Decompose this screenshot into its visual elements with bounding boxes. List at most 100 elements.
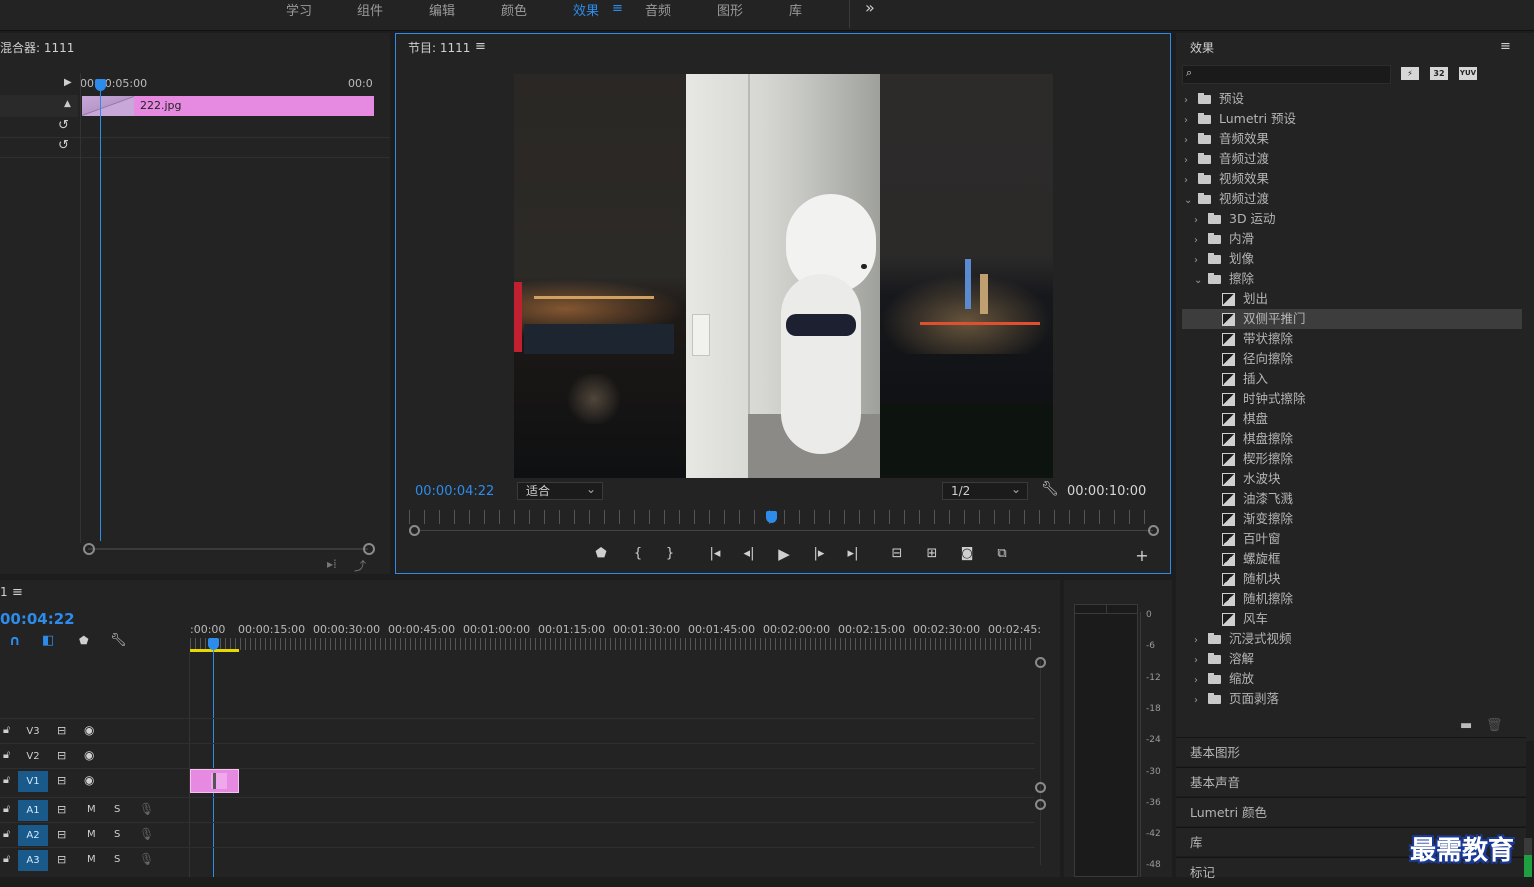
mixer-scroll-handle-right[interactable] (363, 543, 375, 555)
track-target-v1[interactable]: V1 (18, 771, 48, 792)
tab-assembly[interactable]: 组件 (357, 0, 383, 19)
chevron-down-icon[interactable]: ⌄ (1194, 271, 1208, 291)
effects-tree-item[interactable]: › 音频效果 (1182, 129, 1522, 149)
track-sync-lock-icon[interactable]: ⊟ (57, 803, 66, 816)
track-lock-icon[interactable]: 🔓︎ (3, 827, 10, 841)
extract-icon[interactable]: ⊞ (922, 546, 942, 561)
track-sync-lock-icon[interactable]: ⊟ (57, 828, 66, 841)
tab-effects[interactable]: 效果 (573, 0, 599, 19)
add-marker-icon[interactable]: ⬟ (591, 546, 611, 561)
track-target-a2[interactable]: A2 (18, 825, 48, 846)
resolution-dropdown[interactable]: 1/2 (942, 481, 1028, 500)
track-mute-button[interactable]: M (87, 829, 96, 840)
v1-clip[interactable] (190, 769, 239, 793)
chevron-right-icon[interactable]: › (1194, 211, 1208, 231)
track-target-a3[interactable]: A3 (18, 850, 48, 871)
track-target-a1[interactable]: A1 (18, 800, 48, 821)
play-icon[interactable]: ▶ (774, 545, 794, 563)
effects-tree-item[interactable]: › Lumetri 预设 (1182, 109, 1522, 129)
track-voiceover-mic-icon[interactable]: 🎙︎ (139, 852, 154, 866)
lift-icon[interactable]: ⊟ (887, 546, 907, 561)
effects-tree-item[interactable]: 双侧平推门 (1182, 309, 1522, 329)
effects-tree-item[interactable]: 百叶窗 (1182, 529, 1522, 549)
export-frame-icon[interactable]: ▸⁞ (327, 557, 337, 571)
chevron-right-icon[interactable]: › (1184, 151, 1198, 171)
timeline-timecode[interactable]: 00:04:22 (0, 610, 75, 628)
effects-tree-item[interactable]: 划出 (1182, 289, 1522, 309)
effects-tree-item[interactable]: 油漆飞溅 (1182, 489, 1522, 509)
track-solo-button[interactable]: S (114, 854, 120, 865)
scrub-out-handle[interactable] (1148, 525, 1159, 536)
timeline-settings-icon[interactable]: 🔧︎ (110, 633, 127, 648)
tab-menu-icon[interactable]: ≡ (612, 1, 623, 16)
essential-sound-section[interactable]: 基本声音 (1176, 767, 1526, 796)
effects-tree-item[interactable]: 径向擦除 (1182, 349, 1522, 369)
vscroll-handle-mid[interactable] (1035, 782, 1046, 793)
chevron-right-icon[interactable]: › (1194, 671, 1208, 691)
camera-icon[interactable]: ◙ (957, 546, 977, 561)
effects-tree-item[interactable]: › 沉浸式视频 (1182, 629, 1522, 649)
collapse-icon[interactable]: ▲ (64, 99, 71, 109)
chevron-right-icon[interactable]: › (1194, 651, 1208, 671)
track-sync-lock-icon[interactable]: ⊟ (57, 749, 66, 762)
effects-tree-item[interactable]: 随机擦除 (1182, 589, 1522, 609)
effects-search-input[interactable]: ⌕ (1182, 65, 1391, 84)
effects-tree-item[interactable]: 时钟式擦除 (1182, 389, 1522, 409)
effects-tree-item[interactable]: 随机块 (1182, 569, 1522, 589)
timeline-marker-icon[interactable]: ⬟ (79, 634, 89, 647)
effects-tree-item[interactable]: ⌄ 擦除 (1182, 269, 1522, 289)
tab-libraries[interactable]: 库 (789, 0, 802, 19)
effects-menu-icon[interactable]: ≡ (1500, 39, 1511, 54)
track-lock-icon[interactable]: 🔓︎ (3, 802, 10, 816)
effects-tree-item[interactable]: › 页面剥落 (1182, 689, 1522, 709)
timeline-menu-icon[interactable]: ≡ (12, 585, 23, 600)
track-voiceover-mic-icon[interactable]: 🎙︎ (139, 827, 154, 841)
track-lock-icon[interactable]: 🔓︎ (3, 852, 10, 866)
mixer-scrollbar[interactable] (88, 548, 368, 550)
track-mute-button[interactable]: M (87, 854, 96, 865)
effects-tree-item[interactable]: 棋盘 (1182, 409, 1522, 429)
effects-tree-item[interactable]: › 内滑 (1182, 229, 1522, 249)
mark-in-icon[interactable]: { (628, 546, 648, 561)
video-preview[interactable] (514, 74, 1053, 478)
new-bin-icon[interactable]: ▬ (1460, 718, 1472, 733)
effects-tree-item[interactable]: 水波块 (1182, 469, 1522, 489)
transition-clip[interactable] (82, 96, 134, 116)
track-lock-icon[interactable]: 🔓︎ (3, 723, 10, 737)
chevron-right-icon[interactable]: › (1194, 691, 1208, 711)
scrub-in-handle[interactable] (409, 525, 420, 536)
wrench-icon[interactable]: 🔧︎ (1041, 481, 1059, 497)
scrub-ruler[interactable] (409, 510, 1155, 524)
lumetri-color-section[interactable]: Lumetri 颜色 (1176, 797, 1526, 826)
effects-tree-item[interactable]: › 视频效果 (1182, 169, 1522, 189)
chevron-right-icon[interactable]: › (1184, 91, 1198, 111)
chevron-right-icon[interactable]: › (1194, 231, 1208, 251)
vertical-scrollbar[interactable] (1040, 660, 1041, 865)
linked-selection-icon[interactable]: ◧ (42, 633, 54, 648)
vscroll-handle-bottom[interactable] (1035, 799, 1046, 810)
effects-tree-item[interactable]: › 溶解 (1182, 649, 1522, 669)
track-visibility-eye-icon[interactable]: ◉ (84, 748, 94, 762)
effects-tree-item[interactable]: 螺旋框 (1182, 549, 1522, 569)
chevron-right-icon[interactable]: › (1184, 131, 1198, 151)
vscroll-handle-top[interactable] (1035, 657, 1046, 668)
go-to-out-icon[interactable]: ▸| (843, 546, 863, 561)
current-timecode[interactable]: 00:00:04:22 (415, 484, 494, 499)
effects-tree-item[interactable]: 风车 (1182, 609, 1522, 629)
tab-audio[interactable]: 音频 (645, 0, 671, 19)
tab-color[interactable]: 颜色 (501, 0, 527, 19)
play-triangle-icon[interactable]: ▶ (64, 77, 72, 88)
32bit-effects-icon[interactable]: 32 (1430, 67, 1448, 80)
track-solo-button[interactable]: S (114, 804, 120, 815)
compare-view-icon[interactable]: ⧉ (992, 546, 1012, 561)
delete-icon[interactable]: 🗑︎ (1486, 718, 1503, 733)
sequence-tab-num[interactable]: 1 (0, 585, 8, 599)
reset-icon-2[interactable]: ↺ (58, 138, 69, 153)
step-forward-icon[interactable]: |▸ (809, 546, 829, 561)
effects-tree-item[interactable]: 楔形擦除 (1182, 449, 1522, 469)
chevron-right-icon[interactable]: › (1194, 251, 1208, 271)
step-back-icon[interactable]: ◂| (739, 546, 759, 561)
effects-tree-item[interactable]: 插入 (1182, 369, 1522, 389)
clip-trim-handle[interactable] (213, 773, 216, 789)
track-target-v3[interactable]: V3 (18, 721, 48, 742)
